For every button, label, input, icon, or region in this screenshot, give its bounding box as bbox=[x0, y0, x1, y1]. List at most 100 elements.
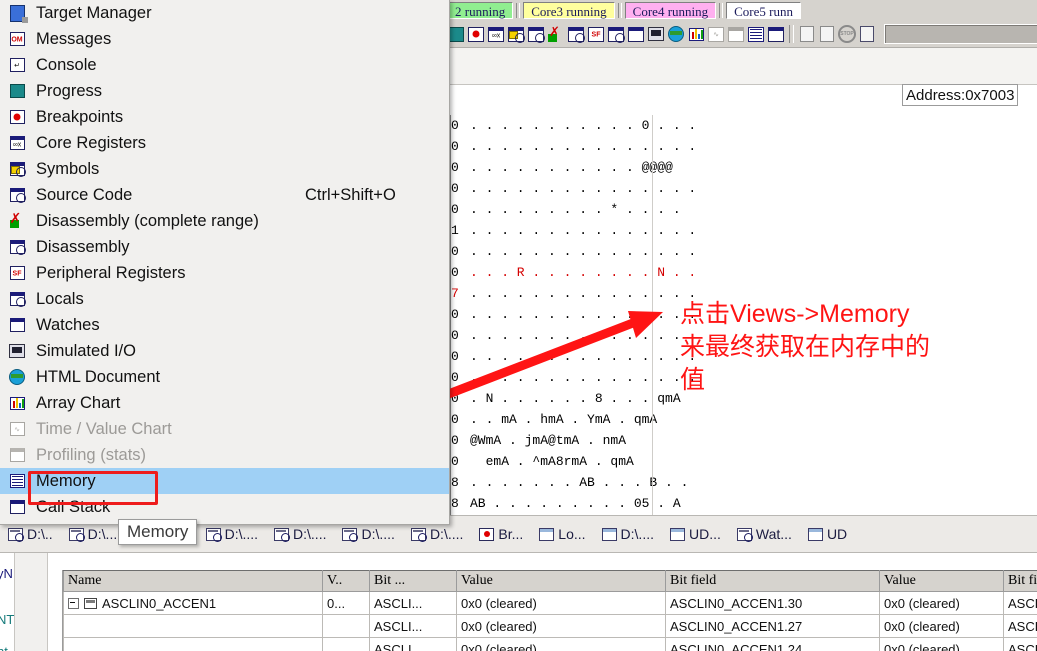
editor-tab[interactable]: Wat... bbox=[729, 519, 800, 549]
table-column-header[interactable]: V.. bbox=[322, 570, 370, 592]
register-value2-cell[interactable]: 0x0 (cleared) bbox=[879, 614, 1004, 638]
register-value2-cell[interactable]: 0x0 (cleared) bbox=[879, 591, 1004, 615]
disassembly-complete-range-icon[interactable]: ✗ bbox=[547, 25, 565, 43]
register-value-cell[interactable]: 0x0 (cleared) bbox=[456, 614, 666, 638]
register-value-cell[interactable]: 0x0 (cleared) bbox=[456, 591, 666, 615]
views-menu-item-core-registers[interactable]: ∞x Core Registers bbox=[0, 130, 449, 156]
html-document-icon[interactable] bbox=[667, 25, 685, 43]
breakpoints-icon[interactable] bbox=[467, 25, 485, 43]
views-menu-item-call-stack[interactable]: Call Stack bbox=[0, 494, 449, 520]
register-name-cell[interactable]: ASCLIN0_ACCEN1 bbox=[63, 591, 323, 615]
editor-tab[interactable]: Br... bbox=[471, 519, 531, 549]
symbols-icon[interactable] bbox=[507, 25, 525, 43]
core-status-tab-2[interactable]: 2 running bbox=[447, 2, 514, 19]
verify-program-icon bbox=[858, 25, 876, 43]
views-menu-item-label: Array Chart bbox=[36, 393, 121, 412]
peripheral-registers-icon[interactable]: SF bbox=[587, 25, 605, 43]
table-row[interactable]: ASCLI... 0x0 (cleared) ASCLIN0_ACCEN1.27 0x… bbox=[63, 614, 1037, 638]
register-v-cell[interactable] bbox=[322, 637, 370, 651]
views-menu-item-progress[interactable]: Progress bbox=[0, 78, 449, 104]
register-value2-cell[interactable]: 0x0 (cleared) bbox=[879, 637, 1004, 651]
register-bit-cell[interactable]: ASCLI... bbox=[369, 614, 457, 638]
views-menu-item-label: Disassembly (complete range) bbox=[36, 211, 259, 230]
views-menu-item-breakpoints[interactable]: Breakpoints bbox=[0, 104, 449, 130]
memory-icon[interactable] bbox=[747, 25, 765, 43]
memory-address-label[interactable]: Address:0x7003 bbox=[902, 84, 1019, 106]
register-bitfield2-cell[interactable]: ASCLIN0_ACC bbox=[1003, 614, 1037, 638]
disassembly-icon[interactable] bbox=[567, 25, 585, 43]
call-stack-icon[interactable] bbox=[767, 25, 785, 43]
core-registers-icon[interactable]: ∞x bbox=[487, 25, 505, 43]
register-bitfield-cell[interactable]: ASCLIN0_ACCEN1.27 bbox=[665, 614, 880, 638]
annotation-text: 点击Views->Memory 来最终获取在内存中的 值 bbox=[680, 300, 931, 394]
locals-icon[interactable] bbox=[607, 25, 625, 43]
views-menu-item-console[interactable]: ↵ Console bbox=[0, 52, 449, 78]
load-program-icon bbox=[798, 25, 816, 43]
core-status-tab-3[interactable]: Core3 running bbox=[523, 2, 615, 19]
editor-tab[interactable]: UD... bbox=[662, 519, 729, 549]
editor-tab-label: UD... bbox=[689, 526, 721, 542]
table-column-header[interactable]: Name bbox=[63, 570, 323, 592]
views-menu-item-target-manager[interactable]: Target Manager bbox=[0, 0, 449, 26]
table-column-header[interactable]: Value bbox=[879, 570, 1004, 592]
register-bit-cell[interactable]: ASCLI... bbox=[369, 637, 457, 651]
register-name-cell[interactable] bbox=[63, 637, 323, 651]
views-menu-item-label: Peripheral Registers bbox=[36, 263, 186, 282]
memory-icon bbox=[6, 472, 28, 490]
register-bit-cell[interactable]: ASCLI... bbox=[369, 591, 457, 615]
views-menu-item-symbols[interactable]: Symbols bbox=[0, 156, 449, 182]
views-menu-item-array-chart[interactable]: Array Chart bbox=[0, 390, 449, 416]
editor-tab[interactable]: UD bbox=[800, 519, 855, 549]
views-menu-item-label: Memory bbox=[36, 471, 96, 490]
table-column-header[interactable]: Bit field bbox=[1003, 570, 1037, 592]
register-name-cell[interactable] bbox=[63, 614, 323, 638]
views-menu-item-html-document[interactable]: HTML Document bbox=[0, 364, 449, 390]
register-bitfield-cell[interactable]: ASCLIN0_ACCEN1.24 bbox=[665, 637, 880, 651]
views-menu-item-disassembly[interactable]: Disassembly bbox=[0, 234, 449, 260]
core-status-tab-5[interactable]: Core5 runn bbox=[726, 2, 801, 19]
memory-hex-cell: 0 bbox=[451, 181, 459, 196]
editor-tab[interactable]: Lo... bbox=[531, 519, 593, 549]
tree-collapse-toggle[interactable] bbox=[68, 597, 79, 609]
source-code-icon[interactable] bbox=[527, 25, 545, 43]
register-bitfield2-cell[interactable]: ASCLIN0_ACC bbox=[1003, 637, 1037, 651]
peripheral-register-table[interactable]: NameV..Bit ...ValueBit fieldValueBit fie… bbox=[62, 570, 1037, 651]
memory-hex-cell: 0 bbox=[451, 370, 459, 385]
views-menu-item-label: Profiling (stats) bbox=[36, 445, 147, 464]
source-file-icon bbox=[68, 527, 85, 542]
views-menu-item-disassembly-complete-range[interactable]: ✗ Disassembly (complete range) bbox=[0, 208, 449, 234]
register-bitfield-cell[interactable]: ASCLIN0_ACCEN1.30 bbox=[665, 591, 880, 615]
memory-ascii-row: . . . . . . . . . . . . . . . bbox=[470, 307, 697, 322]
editor-tab[interactable]: D:\.... bbox=[594, 519, 662, 549]
array-chart-icon[interactable] bbox=[687, 25, 705, 43]
memory-hex-cell: 0 bbox=[451, 244, 459, 259]
register-value-cell[interactable]: 0x0 (cleared) bbox=[456, 637, 666, 651]
editor-tab-label: Br... bbox=[498, 526, 524, 542]
editor-tab-label: D:\.... bbox=[293, 526, 327, 542]
memory-ascii-row: . . . . . . . . . * . . . . bbox=[470, 202, 681, 217]
views-menu-item-label: Call Stack bbox=[36, 497, 111, 516]
register-v-cell[interactable]: 0... bbox=[322, 591, 370, 615]
simulated-io-icon[interactable] bbox=[647, 25, 665, 43]
memory-tooltip: Memory bbox=[118, 519, 198, 545]
views-menu-item-watches[interactable]: Watches bbox=[0, 312, 449, 338]
table-row[interactable]: ASCLI... 0x0 (cleared) ASCLIN0_ACCEN1.24 0x… bbox=[63, 637, 1037, 651]
table-row[interactable]: ASCLIN0_ACCEN1 0... ASCLI... 0x0 (cleared) A… bbox=[63, 591, 1037, 615]
views-menu-item-peripheral-registers[interactable]: SF Peripheral Registers bbox=[0, 260, 449, 286]
views-menu-item-memory[interactable]: Memory bbox=[0, 468, 449, 494]
views-dropdown-menu[interactable]: Target Manager OM Messages ↵ Console Progress… bbox=[0, 0, 450, 525]
register-bitfield2-cell[interactable]: ASCLIN0_ACC bbox=[1003, 591, 1037, 615]
watches-icon[interactable] bbox=[627, 25, 645, 43]
views-menu-item-source-code[interactable]: Source Code Ctrl+Shift+O bbox=[0, 182, 449, 208]
table-column-header[interactable]: Value bbox=[456, 570, 666, 592]
views-menu-item-messages[interactable]: OM Messages bbox=[0, 26, 449, 52]
register-v-cell[interactable] bbox=[322, 614, 370, 638]
table-column-header[interactable]: Bit field bbox=[665, 570, 880, 592]
core-status-tab-4[interactable]: Core4 running bbox=[624, 2, 717, 19]
views-menu-item-locals[interactable]: Locals bbox=[0, 286, 449, 312]
views-menu-item-simulated-i-o[interactable]: Simulated I/O bbox=[0, 338, 449, 364]
table-column-header[interactable]: Bit ... bbox=[369, 570, 457, 592]
toolbar-combo-box[interactable] bbox=[884, 24, 1037, 44]
memory-hex-cell: 0 bbox=[451, 160, 459, 175]
views-menu-item-shortcut: Ctrl+Shift+O bbox=[305, 185, 396, 204]
